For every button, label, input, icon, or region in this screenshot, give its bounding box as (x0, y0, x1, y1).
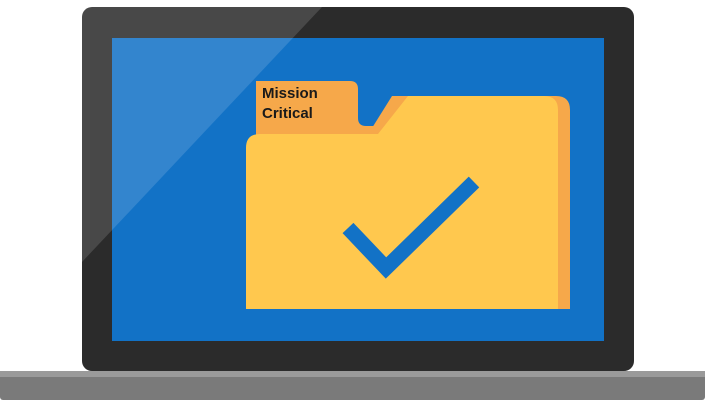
laptop-graphic (0, 7, 705, 400)
folder-label-line2: Critical (262, 105, 313, 122)
folder-label-line1: Mission (262, 85, 318, 102)
laptop-base-edge (0, 371, 705, 377)
folder-tab-label: Mission Critical (262, 84, 358, 124)
laptop-illustration: Mission Critical (0, 0, 705, 400)
laptop-base (0, 371, 705, 400)
